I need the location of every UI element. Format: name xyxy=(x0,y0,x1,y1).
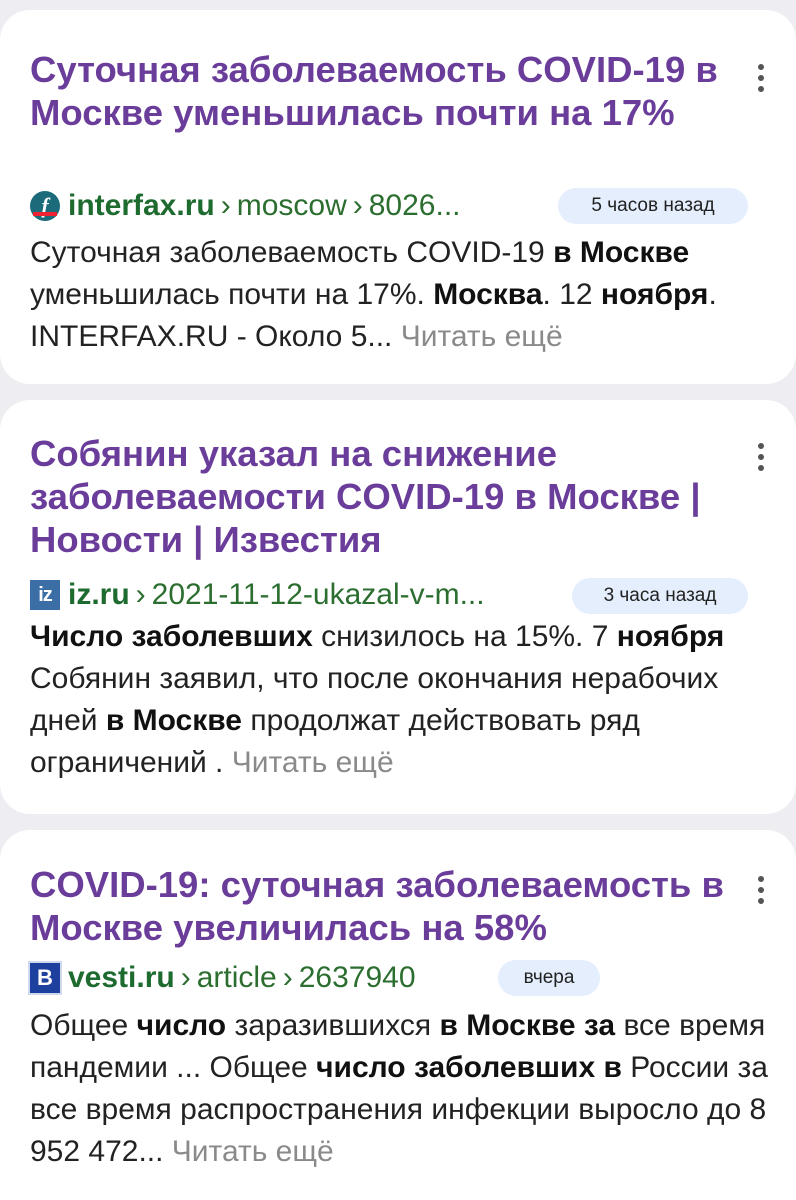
result-domain-link[interactable]: interfax.ru xyxy=(68,189,215,223)
result-domain-link[interactable]: vesti.ru xyxy=(68,961,175,995)
result-source-row: B vesti.ru › article › 2637940 xyxy=(28,958,416,998)
breadcrumb-path-link[interactable]: 8026... xyxy=(369,189,461,223)
snippet-highlight: ноября xyxy=(616,620,725,653)
result-snippet: Общее число заразившихся в Москве за все… xyxy=(30,1005,770,1173)
vesti-logo-icon: B xyxy=(28,961,62,995)
more-options-icon[interactable] xyxy=(748,437,774,477)
result-snippet: Число заболевших снизилось на 15%. 7 ноя… xyxy=(30,616,770,784)
snippet-highlight: Число заболевших xyxy=(30,620,313,653)
read-more-link[interactable]: Читать ещё xyxy=(172,1135,334,1168)
interfax-news-icon: f xyxy=(30,191,60,221)
snippet-text: Общее xyxy=(30,1009,137,1042)
search-result-card: Суточная заболеваемость COVID-19 в Москв… xyxy=(0,10,796,384)
snippet-highlight: в Москве xyxy=(105,704,242,737)
read-more-link[interactable]: Читать ещё xyxy=(401,320,563,353)
breadcrumb-separator: › xyxy=(180,961,191,994)
snippet-highlight: ноября xyxy=(600,278,709,311)
more-options-icon[interactable] xyxy=(748,870,774,910)
snippet-highlight: в Москве за xyxy=(439,1009,616,1042)
snippet-text: снизилось на 15%. 7 xyxy=(312,620,617,653)
breadcrumb-separator: › xyxy=(135,578,146,611)
snippet-highlight: число xyxy=(136,1009,227,1042)
time-badge: 5 часов назад xyxy=(558,188,748,224)
breadcrumb-path-link[interactable]: moscow xyxy=(237,189,347,223)
result-title-link[interactable]: Собянин указал на снижение заболеваемост… xyxy=(30,432,755,561)
result-title-link[interactable]: COVID-19: суточная заболеваемость в Моск… xyxy=(30,863,730,949)
result-snippet: Суточная заболеваемость COVID-19 в Москв… xyxy=(30,232,770,358)
snippet-highlight: число заболевших в xyxy=(316,1051,622,1084)
search-result-card: Собянин указал на снижение заболеваемост… xyxy=(0,400,796,814)
breadcrumb-separator: › xyxy=(220,189,231,222)
result-source-row: f interfax.ru › moscow › 8026... xyxy=(30,186,530,226)
result-domain-link[interactable]: iz.ru xyxy=(68,578,130,612)
search-result-card: COVID-19: суточная заболеваемость в Моск… xyxy=(0,830,796,1200)
snippet-text: заразившихся xyxy=(226,1009,440,1042)
snippet-text: уменьшилась почти на 17%. xyxy=(30,278,434,311)
snippet-highlight: Москва xyxy=(433,278,543,311)
time-badge: вчера xyxy=(498,960,600,996)
breadcrumb-path-link[interactable]: 2637940 xyxy=(299,961,416,995)
snippet-text: Суточная заболеваемость COVID-19 xyxy=(30,236,554,269)
breadcrumb-path-link[interactable]: article xyxy=(197,961,277,995)
iz-logo-icon: iz xyxy=(30,580,60,610)
more-options-icon[interactable] xyxy=(748,58,774,98)
breadcrumb-separator: › xyxy=(282,961,293,994)
snippet-highlight: в Москве xyxy=(553,236,690,269)
breadcrumb-separator: › xyxy=(352,189,363,222)
result-source-row: iz iz.ru › 2021-11-12-ukazal-v-m... xyxy=(30,575,550,615)
breadcrumb-path-link[interactable]: 2021-11-12-ukazal-v-m... xyxy=(152,578,485,612)
time-badge: 3 часа назад xyxy=(572,578,748,614)
read-more-link[interactable]: Читать ещё xyxy=(232,746,394,779)
snippet-text: . 12 xyxy=(542,278,601,311)
result-title-link[interactable]: Суточная заболеваемость COVID-19 в Москв… xyxy=(30,48,730,134)
